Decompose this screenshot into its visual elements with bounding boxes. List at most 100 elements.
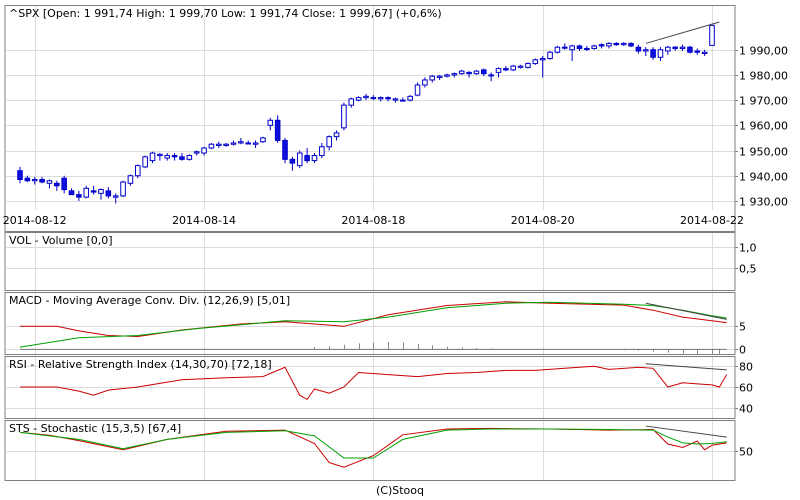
candle-body-up (701, 51, 708, 55)
candle-body-up (429, 75, 436, 81)
candle-body-up (142, 156, 148, 168)
candle-body-up (230, 142, 237, 145)
candle-body-up (561, 46, 568, 49)
candle-body-up (569, 45, 575, 51)
candle-body-down (304, 155, 310, 162)
candle-body-down (385, 97, 391, 100)
candle-body-down (274, 119, 281, 141)
volume-panel-frame (4, 232, 736, 291)
candle-body-up (215, 143, 222, 146)
candle-body-up (186, 155, 193, 160)
candle-body-down (54, 182, 60, 187)
candle-body-up (311, 155, 318, 162)
chart-stage: 1 930,00 1 940,00 1 950,00 1 960,00 1 970,00… (3, 5, 788, 481)
candle-body-up (532, 59, 539, 65)
candle-body-up (488, 74, 494, 77)
candle-body-down (635, 46, 642, 52)
candle-body-up (31, 179, 38, 182)
y-tick-label: 1 930,00 (739, 196, 788, 209)
y-tick-label: 50 (739, 446, 753, 459)
candle-body-down (61, 177, 67, 191)
candlestick (142, 155, 148, 169)
candle-body-down (68, 190, 75, 196)
x-tick-label: 2014-08-20 (511, 214, 575, 227)
candle-body-up (127, 175, 134, 184)
candle-body-down (90, 190, 97, 193)
candle-body-up (642, 49, 649, 52)
candle-body-up (363, 95, 369, 99)
candle-body-up (149, 152, 156, 162)
volume-panel-title: VOL - Volume [0,0] (9, 234, 113, 247)
candle-body-up (157, 153, 163, 157)
candle-body-up (193, 151, 200, 154)
candle-body-up (201, 147, 207, 154)
candle-body-up (252, 142, 259, 145)
x-tick-label: 2014-08-22 (680, 214, 744, 227)
candle-body-up (341, 104, 347, 129)
candlestick (554, 45, 561, 54)
y-tick-label: 80 (739, 361, 753, 374)
candle-body-down (672, 46, 678, 49)
price-panel-title: ^SPX [Open: 1 991,74 High: 1 999,70 Low:… (9, 7, 442, 20)
candlestick (407, 95, 413, 102)
candle-body-up (495, 68, 502, 73)
y-tick-label: 0,5 (739, 263, 757, 276)
candle-body-down (105, 190, 112, 197)
candle-body-up (164, 155, 171, 159)
candle-body-up (400, 99, 406, 102)
candle-body-down (17, 170, 23, 180)
candle-body-up (620, 42, 627, 46)
candle-body-up (444, 74, 450, 77)
candle-body-down (613, 42, 620, 46)
candlestick (525, 62, 531, 69)
candle-body-up (135, 165, 141, 177)
candle-body-up (377, 97, 384, 100)
candle-body-up (46, 180, 53, 184)
candle-body-up (473, 70, 480, 75)
candle-body-up (525, 63, 531, 68)
x-tick-label: 2014-08-18 (341, 214, 405, 227)
candle-body-down (650, 49, 656, 58)
candle-body-up (83, 187, 90, 198)
y-tick-label: 60 (739, 382, 753, 395)
y-tick-label: 1 990,00 (739, 45, 788, 58)
candle-body-down (694, 50, 701, 53)
candle-body-up (348, 98, 355, 106)
candle-body-down (466, 71, 472, 75)
candlestick (282, 137, 288, 164)
candle-body-up (245, 142, 251, 145)
candle-body-up (112, 195, 119, 198)
candlestick (208, 142, 215, 150)
rsi-panel-title: RSI - Relative Strength Index (14,30,70)… (9, 358, 272, 371)
candle-body-down (282, 139, 288, 160)
copyright-footer: (C)Stooq (375, 484, 424, 497)
candle-body-up (120, 181, 126, 197)
candle-body-up (679, 46, 686, 49)
candle-body-up (591, 45, 597, 49)
candle-body-up (260, 137, 266, 143)
candle-body-down (171, 155, 178, 158)
candle-body-up (709, 24, 715, 46)
candle-body-down (598, 44, 605, 47)
y-tick-label: 40 (739, 403, 753, 416)
candle-body-up (510, 65, 517, 71)
candlestick (341, 102, 347, 131)
y-tick-label: 1 980,00 (739, 70, 788, 83)
candle-body-up (326, 136, 332, 148)
y-tick-label: 0 (739, 344, 746, 357)
x-tick-label: 2014-08-14 (172, 214, 236, 227)
candlestick (687, 45, 693, 54)
candle-body-up (355, 97, 362, 101)
candle-body-up (267, 119, 274, 126)
y-tick-label: 1,0 (739, 242, 757, 255)
candle-body-up (407, 95, 413, 101)
candle-body-down (179, 156, 185, 160)
candlestick (296, 150, 303, 169)
candlestick (510, 64, 517, 72)
candle-body-up (223, 143, 229, 146)
candle-body-down (503, 68, 509, 71)
candlestick (414, 82, 421, 97)
candle-body-down (481, 69, 487, 75)
candle-body-up (554, 46, 561, 53)
candlestick (120, 180, 126, 198)
